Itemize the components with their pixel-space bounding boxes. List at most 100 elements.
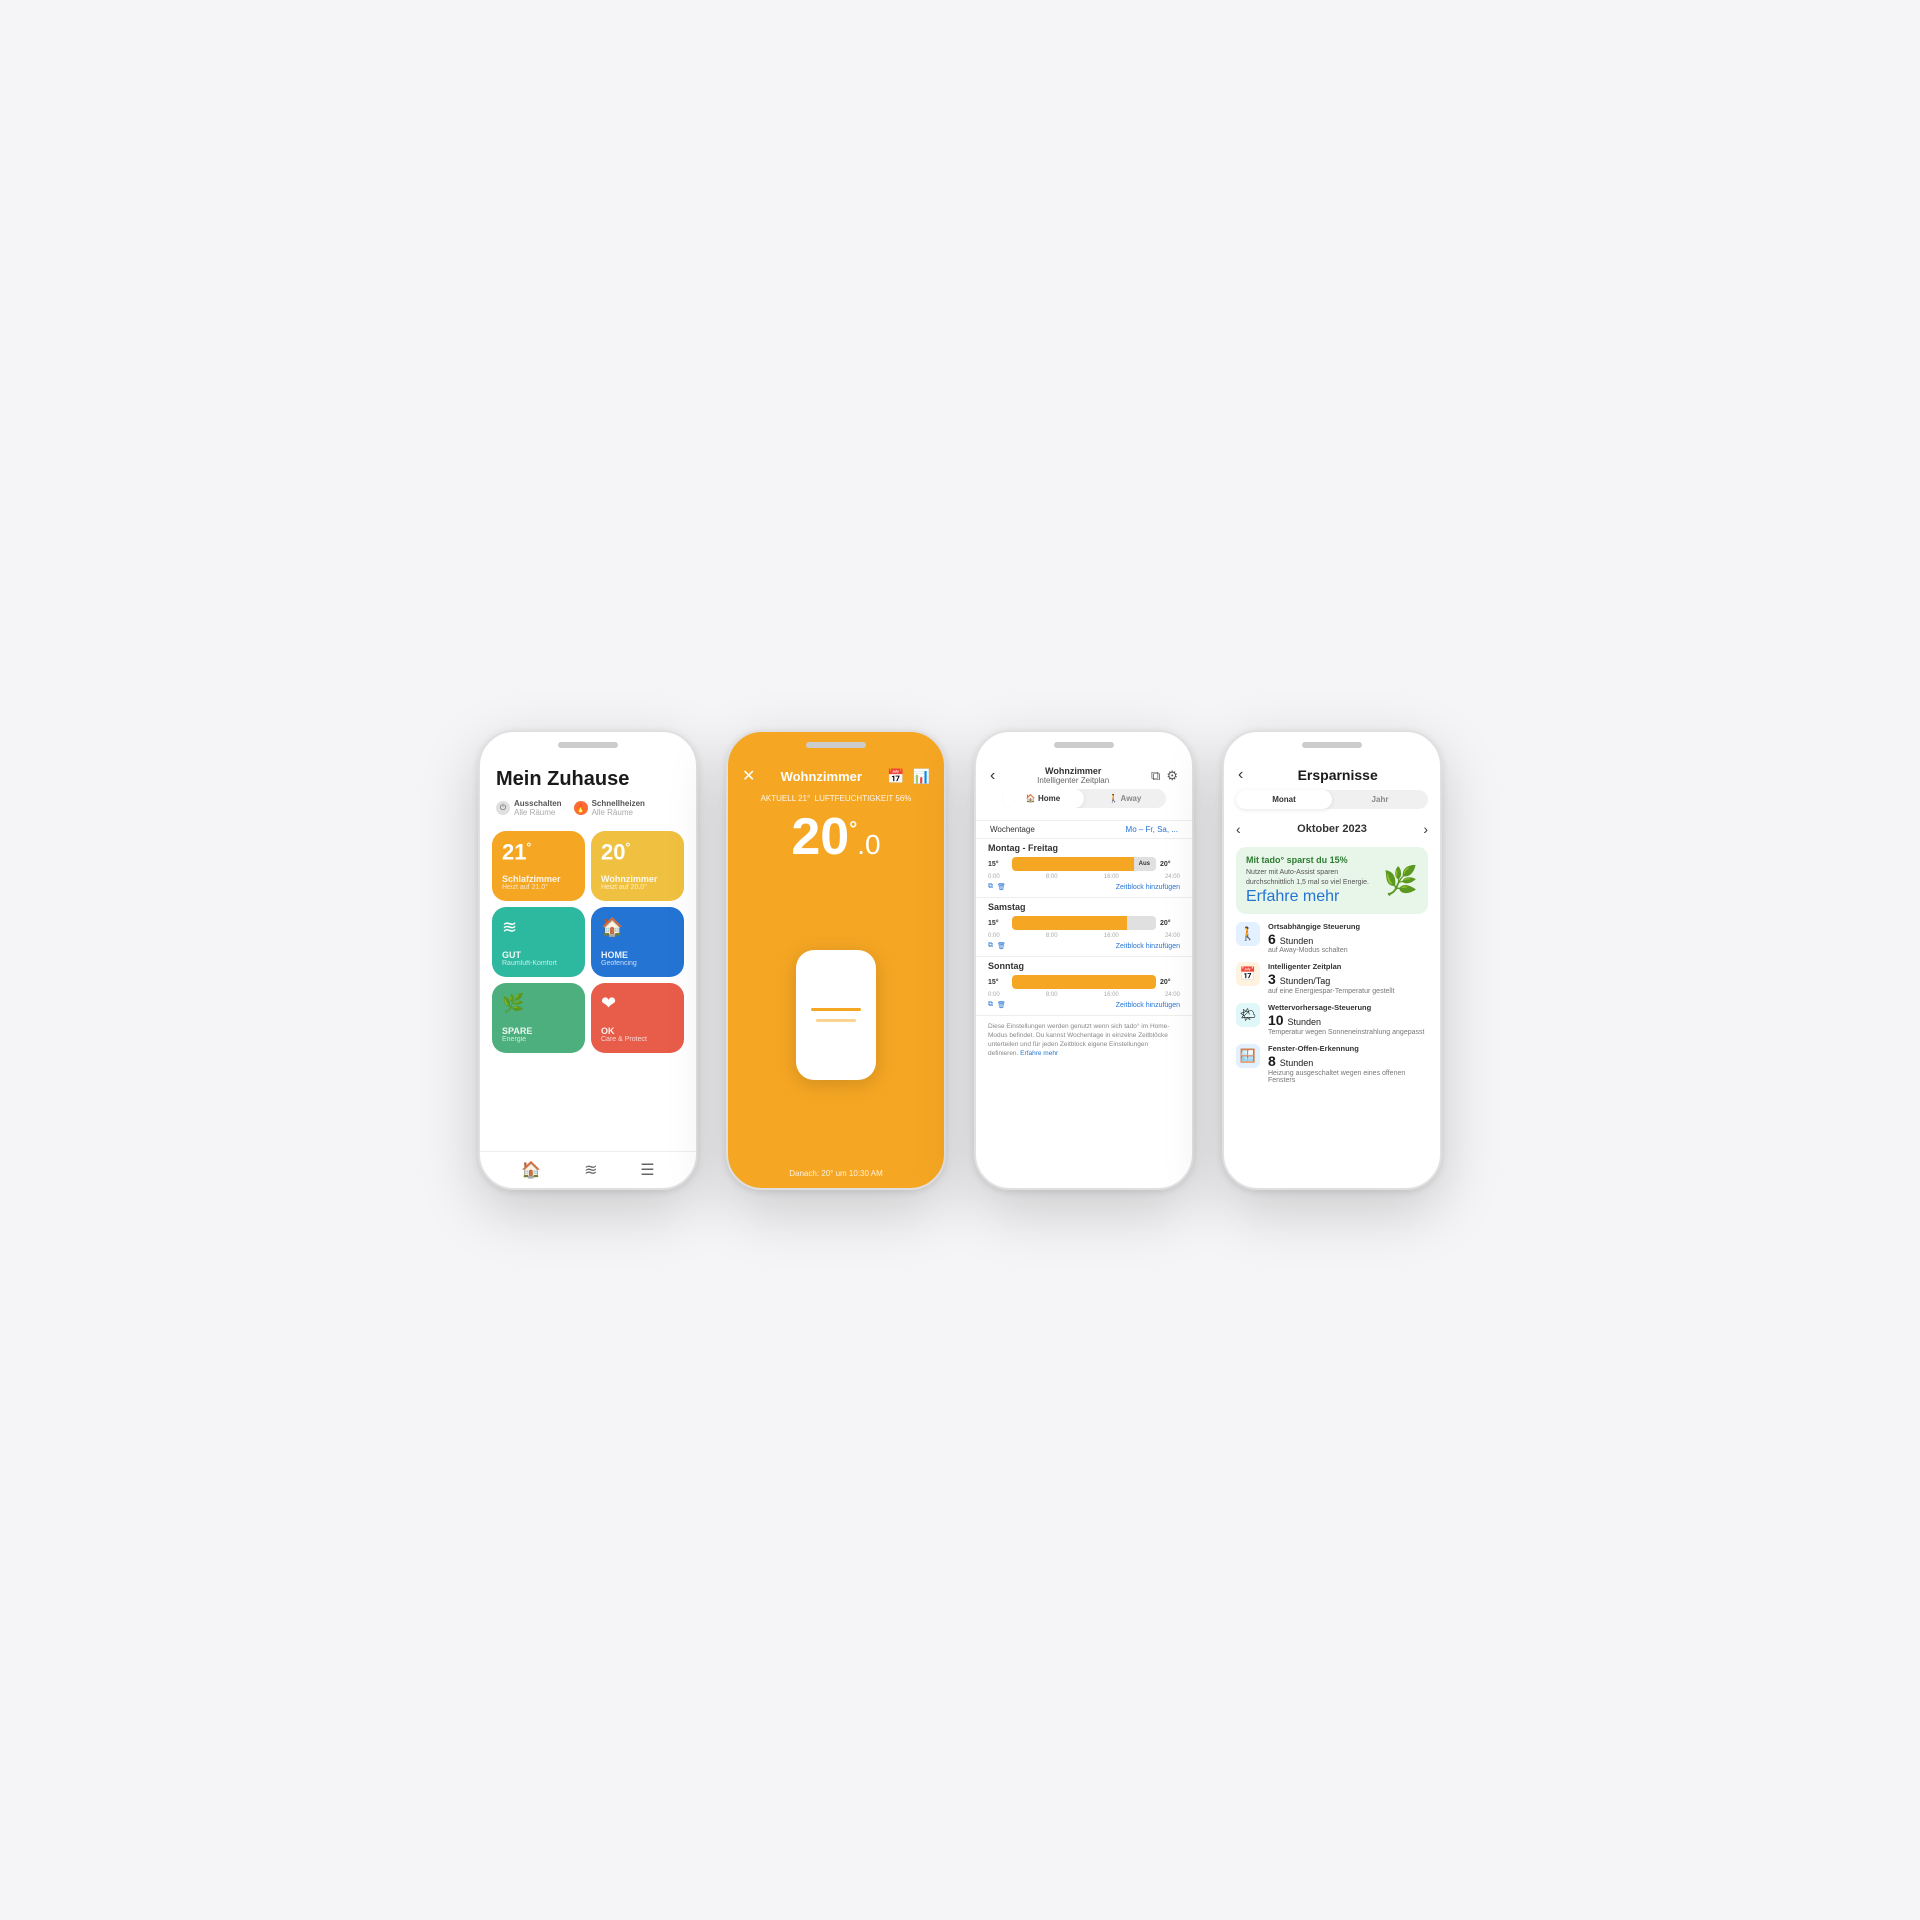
savings-link[interactable]: Erfahre mehr [1246,888,1375,906]
phone3-tabs: 🏠 Home 🚶 Away [1002,789,1166,808]
times-so: 0:008:0016:0024:00 [988,992,1180,998]
tab-jahr[interactable]: Jahr [1332,790,1428,809]
tile-wohnzimmer[interactable]: 20° Wohnzimmer Heizt auf 20.0° [591,831,684,901]
savings-headline: Mit tado° sparst du 15% [1246,855,1375,865]
item-hours-3: 8 Stunden [1268,1053,1428,1070]
back-button-4[interactable]: ‹ [1238,766,1243,784]
phone-3: ‹ Wohnzimmer Intelligenter Zeitplan ⧉ ⚙ … [974,730,1194,1190]
wochentage-label: Wochentage [990,825,1035,834]
back-button[interactable]: ‹ [990,767,995,785]
thermostat-line-2 [816,1019,856,1022]
tile-gut[interactable]: ≋ GUT Raumluft-Komfort [492,907,585,977]
phone1-content: Mein Zuhause ⏻ Ausschalten Alle Räume 🔥 … [480,756,696,1188]
bar-container-sa: 15° 20° [988,916,1180,930]
tab-monat[interactable]: Monat [1236,790,1332,809]
tile-schlafzimmer[interactable]: 21° Schlafzimmer Heizt auf 21.0° [492,831,585,901]
add-block-mf[interactable]: ⧉ 🗑 Zeitblock hinzufügen [988,883,1180,891]
thermostat-device [796,950,876,1080]
phone1-grid: 21° Schlafzimmer Heizt auf 21.0° 20° Woh… [480,831,696,1059]
temp-20-so: 20° [1160,979,1180,986]
window-icon: 🪟 [1236,1044,1260,1068]
nav-menu-icon[interactable]: ☰ [640,1160,654,1180]
phone3-header-icons: ⧉ ⚙ [1151,768,1178,784]
tile-spare[interactable]: 🌿 SPARE Energie [492,983,585,1053]
section-montag-freitag: Montag - Freitag 15° Aus 20° 0:008:0016:… [976,838,1192,897]
thermostat-line [811,1008,861,1011]
item-title-1: Intelligenter Zeitplan [1268,962,1394,971]
footer-link[interactable]: Erfahre mehr [1020,1050,1058,1057]
bar-container-so: 15° 20° [988,975,1180,989]
copy-icon-mf: ⧉ [988,883,993,891]
prev-month-button[interactable]: ‹ [1236,821,1241,837]
add-label-so[interactable]: Zeitblock hinzufügen [1116,1002,1180,1009]
phone4-content: ‹ Ersparnisse Monat Jahr ‹ Oktober 2023 … [1224,756,1440,1188]
heart-icon: ❤ [601,993,674,1014]
action-off[interactable]: ⏻ Ausschalten Alle Räume [496,799,562,817]
savings-item-text-1: Intelligenter Zeitplan 3 Stunden/Tag auf… [1268,962,1394,995]
copy-icon[interactable]: ⧉ [1151,768,1160,784]
next-month-button[interactable]: › [1423,821,1428,837]
phone1-header: Mein Zuhause ⏻ Ausschalten Alle Räume 🔥 … [480,756,696,831]
savings-item-0: 🚶 Ortsabhängige Steuerung 6 Stunden auf … [1236,922,1428,955]
item-desc-1: auf eine Energiespar-Temperatur gestellt [1268,988,1394,995]
phone2-room-title: Wohnzimmer [781,769,862,784]
item-hours-1: 3 Stunden/Tag [1268,971,1394,988]
calendar-icon-4: 📅 [1236,962,1260,986]
action-heat[interactable]: 🔥 Schnellheizen Alle Räume [574,799,645,817]
phone4-title: Ersparnisse [1249,767,1426,783]
tile-temp-wohnzimmer: 20° [601,841,674,863]
phone1-actions: ⏻ Ausschalten Alle Räume 🔥 Schnellheizen… [496,799,680,817]
phone-2: ✕ Wohnzimmer 📅 📊 AKTUELL 21° LUFTFEUCHTI… [726,730,946,1190]
bar-container-mf: 15° Aus 20° [988,857,1180,871]
savings-item-text-2: Wettervorhersage-Steuerung 10 Stunden Te… [1268,1003,1424,1036]
tile-label-gut: GUT Raumluft-Komfort [502,950,575,967]
chart-icon[interactable]: 📊 [913,768,930,785]
phone2-stats: AKTUELL 21° LUFTFEUCHTIGKEIT 56% [728,792,944,807]
aus-label: Aus [1139,861,1150,867]
tile-label-home: HOME Geofencing [601,950,674,967]
tile-label-schlafzimmer: Schlafzimmer Heizt auf 21.0° [502,874,575,891]
add-label-mf[interactable]: Zeitblock hinzufügen [1116,884,1180,891]
savings-item-text-0: Ortsabhängige Steuerung 6 Stunden auf Aw… [1268,922,1360,955]
phone3-footer: Diese Einstellungen werden genutzt wenn … [976,1015,1192,1064]
calendar-icon[interactable]: 📅 [887,768,904,785]
tile-label-wohnzimmer: Wohnzimmer Heizt auf 20.0° [601,874,674,891]
trash-icon-sa: 🗑 [997,942,1006,950]
phone4-tabs: Monat Jahr [1236,790,1428,809]
savings-item-1: 📅 Intelligenter Zeitplan 3 Stunden/Tag a… [1236,962,1428,995]
add-block-sa[interactable]: ⧉ 🗑 Zeitblock hinzufügen [988,942,1180,950]
phone2-header: ✕ Wohnzimmer 📅 📊 [728,756,944,792]
item-title-2: Wettervorhersage-Steuerung [1268,1003,1424,1012]
close-button[interactable]: ✕ [742,766,755,786]
wochentage-row: Wochentage Mo – Fr, Sa, ... [976,820,1192,838]
tile-ok[interactable]: ❤ OK Care & Protect [591,983,684,1053]
temp-20-mf: 20° [1160,861,1180,868]
savings-highlight: Mit tado° sparst du 15% Nutzer mit Auto-… [1236,847,1428,914]
plant-icon: 🌿 [1383,864,1418,897]
savings-desc: Nutzer mit Auto-Assist sparen durchschni… [1246,868,1375,888]
item-title-3: Fenster-Offen-Erkennung [1268,1044,1428,1053]
tile-temp-schlafzimmer: 21° [502,841,575,863]
tab-away[interactable]: 🚶 Away [1084,789,1166,808]
savings-item-text-3: Fenster-Offen-Erkennung 8 Stunden Heizun… [1268,1044,1428,1084]
phone2-device [728,867,944,1163]
tile-label-spare: SPARE Energie [502,1026,575,1043]
add-block-so[interactable]: ⧉ 🗑 Zeitblock hinzufügen [988,1001,1180,1009]
action-off-label: Ausschalten Alle Räume [514,799,562,817]
section-samstag: Samstag 15° 20° 0:008:0016:0024:00 ⧉ 🗑 [976,897,1192,956]
day-title-so: Sonntag [988,961,1180,971]
tile-home[interactable]: 🏠 HOME Geofencing [591,907,684,977]
settings-icon[interactable]: ⚙ [1166,768,1178,784]
wochentage-value[interactable]: Mo – Fr, Sa, ... [1126,825,1178,834]
location-icon: 🚶 [1236,922,1260,946]
nav-home-icon[interactable]: 🏠 [521,1160,541,1180]
trash-icon-mf: 🗑 [997,883,1006,891]
month-label: Oktober 2023 [1297,823,1367,835]
phone2-content: ✕ Wohnzimmer 📅 📊 AKTUELL 21° LUFTFEUCHTI… [728,756,944,1188]
savings-list: 🚶 Ortsabhängige Steuerung 6 Stunden auf … [1224,922,1440,1084]
nav-filter-icon[interactable]: ≋ [584,1160,597,1180]
add-label-sa[interactable]: Zeitblock hinzufügen [1116,943,1180,950]
tab-home[interactable]: 🏠 Home [1002,789,1084,808]
action-heat-label: Schnellheizen Alle Räume [592,799,645,817]
temp-15-so: 15° [988,979,1008,986]
